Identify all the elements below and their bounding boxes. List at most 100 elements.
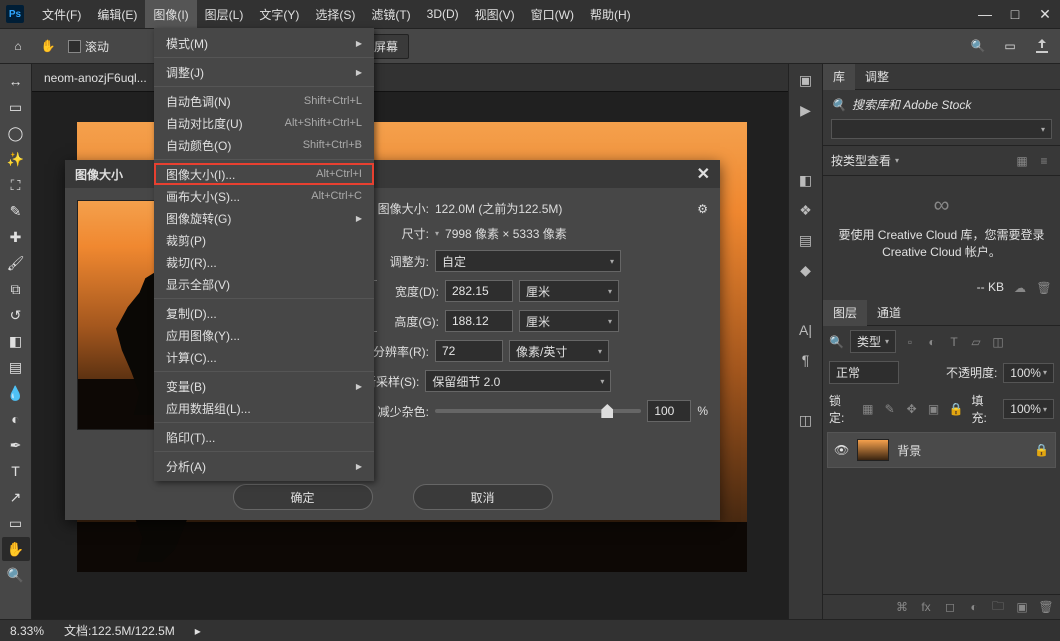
zoom-tool-icon[interactable]: 🔍 (2, 563, 30, 587)
hand-tool-preset-icon[interactable]: ✋ (38, 36, 58, 56)
layer-background[interactable]: 👁 背景 🔒 (827, 432, 1056, 468)
styles-panel-icon[interactable]: ❖ (796, 200, 816, 220)
adjustments-panel-icon[interactable]: ◧ (796, 170, 816, 190)
filter-type-icon[interactable]: T (946, 334, 962, 350)
trash-icon[interactable]: 🗑 (1036, 280, 1052, 296)
heal-tool-icon[interactable]: ✚ (2, 225, 30, 249)
menu-item[interactable]: 图像旋转(G) (154, 207, 374, 229)
character-panel-icon[interactable]: A| (796, 320, 816, 340)
wand-tool-icon[interactable]: ✨ (2, 147, 30, 171)
lasso-tool-icon[interactable]: ◯ (2, 121, 30, 145)
mask-icon[interactable]: ◻ (942, 599, 958, 615)
document-tab[interactable]: neom-anozjF6uql... (32, 64, 788, 92)
menu-item[interactable]: 计算(C)... (154, 346, 374, 368)
brush-tool-icon[interactable]: 🖌 (2, 251, 30, 275)
menu-item[interactable]: 自动色调(N)Shift+Ctrl+L (154, 90, 374, 112)
menu-filter[interactable]: 滤镜(T) (363, 0, 418, 28)
group-icon[interactable]: 🗀 (990, 599, 1006, 615)
menu-item[interactable]: 变量(B) (154, 375, 374, 397)
resample-select[interactable]: 保留细节 2.0▾ (425, 370, 611, 392)
path-tool-icon[interactable]: ↗ (2, 485, 30, 509)
menu-edit[interactable]: 编辑(E) (89, 0, 145, 28)
resolution-input[interactable] (435, 340, 503, 362)
hand-tool-icon[interactable]: ✋ (2, 537, 30, 561)
search-icon[interactable]: 🔍 (968, 36, 988, 56)
menu-type[interactable]: 文字(Y) (251, 0, 307, 28)
menu-window[interactable]: 窗口(W) (523, 0, 582, 28)
swatches-panel-icon[interactable]: ▤ (796, 230, 816, 250)
menu-help[interactable]: 帮助(H) (582, 0, 639, 28)
move-tool-icon[interactable]: ↔ (2, 69, 30, 93)
dim-dropdown-icon[interactable]: ▾ (435, 229, 439, 238)
window-maximize[interactable]: □ (1000, 0, 1030, 28)
gradient-tool-icon[interactable]: ▤ (2, 355, 30, 379)
menu-item[interactable]: 模式(M) (154, 32, 374, 54)
menu-item[interactable]: 裁切(R)... (154, 251, 374, 273)
layers-panel-icon[interactable]: ◫ (796, 410, 816, 430)
eraser-tool-icon[interactable]: ◧ (2, 329, 30, 353)
list-view-icon[interactable]: ≡ (1036, 153, 1052, 169)
resolution-unit-select[interactable]: 像素/英寸▾ (509, 340, 609, 362)
history-panel-icon[interactable]: ▣ (796, 70, 816, 90)
delete-layer-icon[interactable]: 🗑 (1038, 599, 1054, 615)
tab-libraries[interactable]: 库 (823, 64, 855, 90)
menu-item[interactable]: 调整(J) (154, 61, 374, 83)
filter-search-icon[interactable]: 🔍 (829, 335, 844, 349)
blur-tool-icon[interactable]: 💧 (2, 381, 30, 405)
width-unit-select[interactable]: 厘米▾ (519, 280, 619, 302)
fit-to-select[interactable]: 自定▾ (435, 250, 621, 272)
status-arrow-icon[interactable]: ▸ (195, 624, 201, 638)
stamp-tool-icon[interactable]: ⧉ (2, 277, 30, 301)
window-minimize[interactable]: — (970, 0, 1000, 28)
menu-item[interactable]: 应用数据组(L)... (154, 397, 374, 419)
share-icon[interactable] (1032, 36, 1052, 56)
menu-item[interactable]: 复制(D)... (154, 302, 374, 324)
menu-view[interactable]: 视图(V) (467, 0, 523, 28)
menu-item[interactable]: 分析(A) (154, 455, 374, 477)
reduce-noise-slider[interactable] (435, 409, 641, 413)
home-icon[interactable]: ⌂ (8, 36, 28, 56)
height-unit-select[interactable]: 厘米▾ (519, 310, 619, 332)
scroll-option[interactable]: 滚动 (68, 38, 109, 55)
menu-item[interactable]: 裁剪(P) (154, 229, 374, 251)
tab-layers[interactable]: 图层 (823, 300, 867, 326)
cloud-sync-icon[interactable]: ☁ (1012, 280, 1028, 296)
lock-all-icon[interactable]: 🔒 (949, 401, 964, 417)
document-info[interactable]: 文档:122.5M/122.5M (64, 622, 175, 639)
window-close[interactable]: ✕ (1030, 0, 1060, 28)
filter-type-dropdown[interactable]: 类型▾ (850, 330, 896, 353)
fx-icon[interactable]: fx (918, 599, 934, 615)
width-input[interactable] (445, 280, 513, 302)
workspace-icon[interactable]: ▭ (1000, 36, 1020, 56)
filter-pixel-icon[interactable]: ▫ (902, 334, 918, 350)
filter-shape-icon[interactable]: ▱ (968, 334, 984, 350)
height-input[interactable] (445, 310, 513, 332)
opacity-value[interactable]: 100%▾ (1003, 363, 1054, 383)
menu-item[interactable]: 应用图像(Y)... (154, 324, 374, 346)
scroll-checkbox[interactable] (68, 40, 81, 53)
color-panel-icon[interactable]: ◆ (796, 260, 816, 280)
fill-value[interactable]: 100%▾ (1003, 399, 1054, 419)
adjustment-layer-icon[interactable]: ◐ (966, 599, 982, 615)
dialog-close-button[interactable]: ✕ (697, 164, 710, 184)
menu-item[interactable]: 陷印(T)... (154, 426, 374, 448)
filter-smart-icon[interactable]: ◫ (990, 334, 1006, 350)
menu-image[interactable]: 图像(I) (145, 0, 196, 28)
ok-button[interactable]: 确定 (233, 484, 373, 510)
tab-channels[interactable]: 通道 (867, 300, 911, 326)
menu-item[interactable]: 自动对比度(U)Alt+Shift+Ctrl+L (154, 112, 374, 134)
lock-pixels-icon[interactable]: ▦ (861, 401, 875, 417)
actions-panel-icon[interactable]: ▶ (796, 100, 816, 120)
menu-file[interactable]: 文件(F) (34, 0, 89, 28)
link-layers-icon[interactable]: ⌘ (894, 599, 910, 615)
filter-adjust-icon[interactable]: ◐ (924, 334, 940, 350)
view-by-type-label[interactable]: 按类型查看 (831, 152, 891, 169)
dodge-tool-icon[interactable]: ◐ (2, 407, 30, 431)
pen-tool-icon[interactable]: ✒ (2, 433, 30, 457)
gear-icon[interactable]: ⚙ (697, 202, 708, 216)
lock-artboard-icon[interactable]: ▣ (927, 401, 941, 417)
shape-tool-icon[interactable]: ▭ (2, 511, 30, 535)
lock-move-icon[interactable]: ✥ (905, 401, 919, 417)
menu-layer[interactable]: 图层(L) (197, 0, 252, 28)
libraries-search[interactable]: 🔍 搜索库和 Adobe Stock (831, 96, 1052, 113)
